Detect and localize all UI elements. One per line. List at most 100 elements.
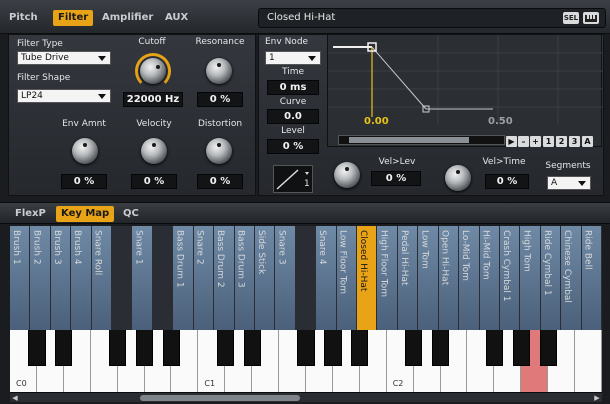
- sel-button[interactable]: SEL: [563, 12, 579, 24]
- black-key[interactable]: [55, 330, 73, 366]
- white-key[interactable]: [575, 330, 602, 392]
- vel-time-value[interactable]: 0 %: [485, 174, 529, 189]
- cutoff-value[interactable]: 22000 Hz: [123, 92, 183, 107]
- keymap-slot[interactable]: Snare 4: [316, 226, 336, 330]
- curve-shape-selector[interactable]: 1: [273, 165, 313, 193]
- keymap-slot[interactable]: Snare 3: [275, 226, 295, 330]
- black-key[interactable]: [243, 330, 261, 366]
- keymap-slot[interactable]: High Tom: [520, 226, 540, 330]
- black-key[interactable]: [485, 330, 503, 366]
- keymap-slot[interactable]: Bass Drum 2: [214, 226, 234, 330]
- keymap-slot-label: Crash Cymbal 1: [500, 230, 511, 302]
- distortion-knob[interactable]: [206, 138, 232, 164]
- segment-2-button[interactable]: 2: [556, 136, 567, 147]
- env-amnt-value[interactable]: 0 %: [61, 174, 107, 189]
- keymap-slot[interactable]: [112, 226, 131, 330]
- envelope-scrollbar[interactable]: [338, 135, 505, 145]
- keymap-slot[interactable]: Ride Cymbal 1: [540, 226, 561, 330]
- black-key[interactable]: [351, 330, 369, 366]
- vel-lev-label: Vel>Lev: [378, 157, 416, 167]
- keymap-slot[interactable]: Brush 2: [30, 226, 50, 330]
- zoom-in-button[interactable]: +: [530, 136, 541, 147]
- horizontal-scrollbar[interactable]: ◀ ▶: [10, 392, 602, 402]
- black-key[interactable]: [216, 330, 234, 366]
- horizontal-scroll-thumb[interactable]: [140, 395, 300, 401]
- vel-lev-knob[interactable]: [334, 162, 360, 188]
- keymap-slot[interactable]: Ride Bell: [581, 226, 601, 330]
- black-key[interactable]: [135, 330, 154, 366]
- keymap-slot[interactable]: Brush 1: [10, 226, 30, 330]
- keymap-slot[interactable]: Crash Cymbal 1: [499, 226, 520, 330]
- keymap-slot[interactable]: Chinese Cymbal: [561, 226, 581, 330]
- scroll-right-button[interactable]: ▶: [506, 136, 517, 147]
- black-key[interactable]: [162, 330, 181, 366]
- segments-label: Segments: [545, 161, 591, 171]
- cutoff-knob[interactable]: [140, 58, 166, 84]
- keymap-slot[interactable]: Pedal Hi-Hat: [397, 226, 418, 330]
- black-key[interactable]: [28, 330, 46, 366]
- scroll-left-icon[interactable]: ◀: [10, 394, 20, 402]
- keymap-slot[interactable]: Bass Drum 3: [234, 226, 254, 330]
- black-key[interactable]: [297, 330, 315, 366]
- black-key[interactable]: [512, 330, 530, 366]
- velocity-knob[interactable]: [141, 138, 167, 164]
- preset-name-field[interactable]: Closed Hi-Hat SEL: [258, 8, 606, 28]
- keymap-slot[interactable]: Brush 3: [50, 226, 71, 330]
- keymap-slot[interactable]: Snare 1: [132, 226, 152, 330]
- velocity-value[interactable]: 0 %: [131, 174, 177, 189]
- time-value[interactable]: 0 ms: [267, 80, 319, 95]
- segment-1-button[interactable]: 1: [543, 136, 554, 147]
- keymap-slot[interactable]: Hi-Mid Tom: [479, 226, 499, 330]
- segment-a-button[interactable]: A: [582, 136, 593, 147]
- keymap-slot[interactable]: [153, 226, 172, 330]
- keymap-slot-label: Open Hi-Hat: [439, 230, 450, 286]
- keymap-slot-label: Brush 2: [31, 230, 42, 265]
- keymap-slot[interactable]: Low Tom: [418, 226, 438, 330]
- midi-icon[interactable]: [583, 12, 599, 24]
- env-node-dropdown[interactable]: 1: [265, 51, 321, 65]
- segment-3-button[interactable]: 3: [569, 136, 580, 147]
- keymap-slot[interactable]: Brush 4: [71, 226, 91, 330]
- zoom-out-button[interactable]: –: [518, 136, 529, 147]
- tab-qc[interactable]: QC: [118, 206, 144, 222]
- keymap-slot[interactable]: Snare Roll: [91, 226, 112, 330]
- filter-type-dropdown[interactable]: Tube Drive: [17, 51, 111, 65]
- keymap-slot[interactable]: High Floor Tom: [377, 226, 397, 330]
- keymap-slot[interactable]: Bass Drum 1: [173, 226, 193, 330]
- tab-filter[interactable]: Filter: [53, 10, 94, 26]
- black-key[interactable]: [405, 330, 423, 366]
- time-label: Time: [281, 67, 305, 77]
- tab-key-map[interactable]: Key Map: [56, 206, 115, 222]
- filter-shape-dropdown[interactable]: LP24: [17, 89, 111, 103]
- keymap-slot[interactable]: Snare 2: [193, 226, 214, 330]
- black-key[interactable]: [539, 330, 557, 366]
- curve-value[interactable]: 0.0: [267, 109, 319, 124]
- tab-amplifier[interactable]: Amplifier: [97, 10, 158, 26]
- curve-shape-number: 1: [304, 179, 310, 189]
- vel-time-knob[interactable]: [445, 165, 471, 191]
- envelope-graph[interactable]: 0.00 0.50: [327, 34, 603, 147]
- black-key[interactable]: [109, 330, 127, 366]
- envelope-scroll-thumb[interactable]: [349, 137, 469, 143]
- resonance-knob[interactable]: [206, 58, 232, 84]
- segments-dropdown[interactable]: A: [547, 176, 591, 190]
- scroll-right-icon[interactable]: ▶: [592, 394, 602, 402]
- keymap-slot[interactable]: Low Floor Tom: [336, 226, 357, 330]
- tab-flexp[interactable]: FlexP: [10, 206, 51, 222]
- piano-keyboard[interactable]: C0 C1 C2: [10, 330, 602, 392]
- keymap-slot[interactable]: [296, 226, 315, 330]
- keymap-slot[interactable]: Closed Hi-Hat: [357, 226, 377, 330]
- tab-aux[interactable]: AUX: [160, 10, 193, 26]
- level-value[interactable]: 0 %: [267, 139, 319, 154]
- distortion-value[interactable]: 0 %: [197, 174, 243, 189]
- keymap-slot[interactable]: Lo-Mid Tom: [459, 226, 479, 330]
- black-key[interactable]: [431, 330, 450, 366]
- black-key[interactable]: [324, 330, 342, 366]
- resonance-value[interactable]: 0 %: [197, 92, 243, 107]
- vel-lev-value[interactable]: 0 %: [371, 171, 421, 186]
- tab-pitch[interactable]: Pitch: [4, 10, 43, 26]
- env-amnt-knob[interactable]: [72, 138, 98, 164]
- octave-label: C0: [16, 379, 27, 388]
- keymap-slot[interactable]: Open Hi-Hat: [438, 226, 459, 330]
- keymap-slot[interactable]: Side Stick: [254, 226, 275, 330]
